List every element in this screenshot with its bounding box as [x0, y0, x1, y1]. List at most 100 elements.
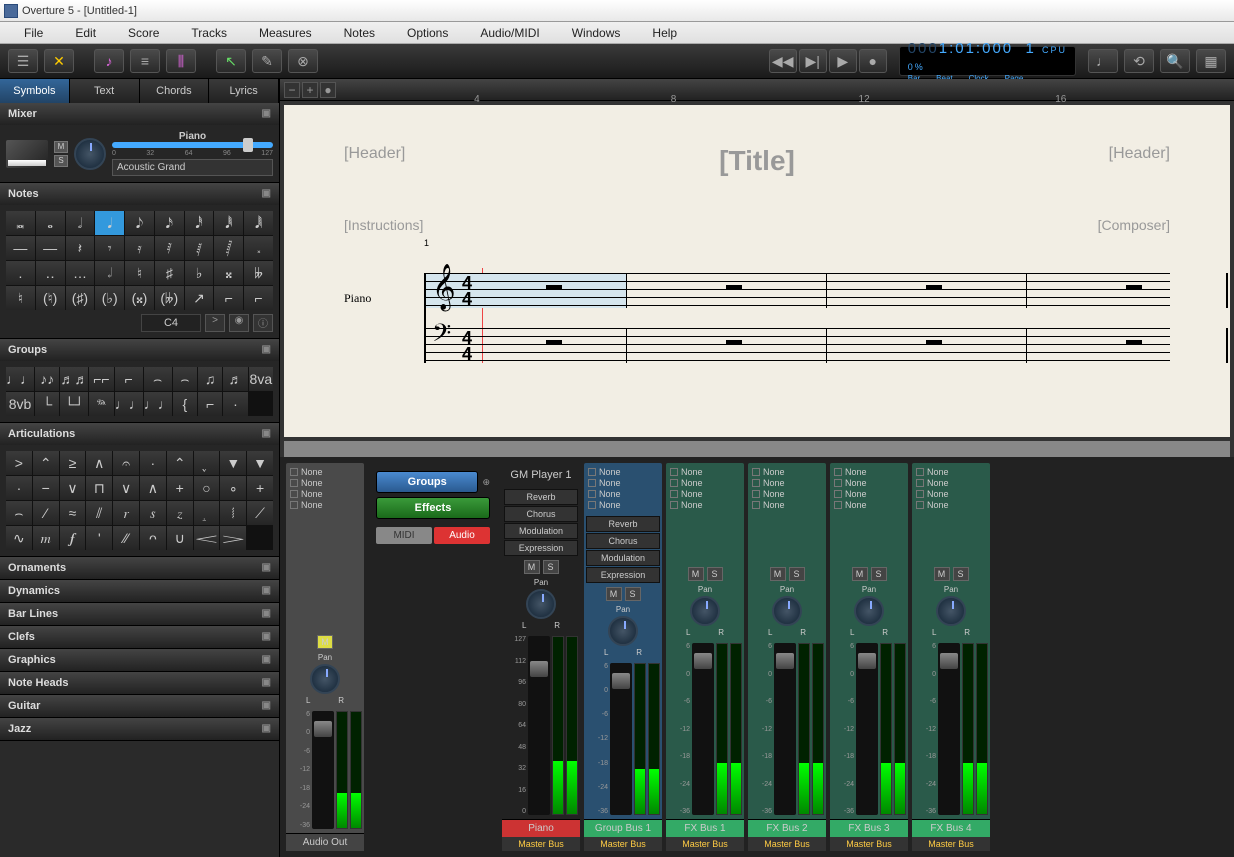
palette-item[interactable]: 𝅗𝅥 — [66, 211, 95, 235]
piano-mute[interactable]: M — [524, 560, 540, 574]
palette-item[interactable]: ⌢ — [144, 367, 172, 391]
menu-file[interactable]: File — [8, 26, 59, 40]
palette-item[interactable]: 𝆮 — [89, 392, 113, 416]
palette-item[interactable]: ♮ — [125, 261, 154, 285]
panel-mixer-header[interactable]: Mixer — [0, 103, 279, 125]
palette-item[interactable]: { — [173, 392, 197, 416]
palette-item[interactable]: ∨ — [113, 476, 139, 500]
palette-item[interactable]: 𝅘𝅥𝅯 — [155, 211, 184, 235]
palette-item[interactable]: ⌐ — [244, 286, 273, 310]
piano-fader[interactable] — [528, 636, 550, 815]
palette-item[interactable]: 𝅁 — [185, 236, 214, 260]
position-counter[interactable]: 0001:01:000 1 CPU0% Bar Beat Clock Page — [899, 46, 1076, 76]
palette-item[interactable]: ♪♪ — [35, 367, 59, 391]
palette-item[interactable]: (♭) — [95, 286, 124, 310]
tab-chords[interactable]: Chords — [140, 79, 210, 103]
palette-item[interactable]: + — [167, 476, 193, 500]
tool-mixer[interactable]: ⫼ — [166, 49, 196, 73]
tab-symbols[interactable]: Symbols — [0, 79, 70, 103]
mute-btn[interactable]: M — [54, 141, 68, 153]
menu-audio-midi[interactable]: Audio/MIDI — [464, 26, 555, 40]
palette-item[interactable]: ▼ — [247, 451, 273, 475]
menu-options[interactable]: Options — [391, 26, 464, 40]
palette-item[interactable]: ♩♩ — [115, 392, 143, 416]
tool-note-entry[interactable]: ♪ — [94, 49, 124, 73]
transport-rewind[interactable]: ◀◀ — [769, 49, 797, 73]
palette-item[interactable]: ⌢ — [6, 501, 32, 525]
menu-help[interactable]: Help — [636, 26, 693, 40]
palette-item[interactable]: (𝄫) — [155, 286, 184, 310]
master-mute[interactable]: M — [317, 635, 333, 649]
panel-jazz-header[interactable]: Jazz — [0, 718, 279, 740]
palette-item[interactable]: ‥ — [36, 261, 65, 285]
palette-item[interactable]: ⁄⁄ — [113, 526, 139, 550]
groups-btn[interactable]: Groups — [376, 471, 478, 493]
panel-graphics-header[interactable]: Graphics — [0, 649, 279, 671]
midi-btn[interactable]: MIDI — [376, 527, 432, 544]
ruler-marker[interactable]: ● — [320, 82, 336, 98]
timeline-ruler[interactable]: − + ● 48121620 — [280, 79, 1234, 101]
piano-bus[interactable]: Master Bus — [502, 837, 580, 851]
patch-name[interactable]: Acoustic Grand — [112, 159, 273, 176]
palette-item[interactable]: 𝆃 — [220, 501, 246, 525]
palette-item[interactable]: 𝅿 — [194, 451, 220, 475]
palette-item[interactable]: ∧ — [86, 451, 112, 475]
accent-btn[interactable]: > — [205, 314, 225, 332]
panel-note-heads-header[interactable]: Note Heads — [0, 672, 279, 694]
palette-item[interactable]: 𝆹𝅥 — [95, 261, 124, 285]
ruler-plus[interactable]: + — [302, 82, 318, 98]
palette-item[interactable]: └┘ — [60, 392, 88, 416]
palette-item[interactable]: ♩♩ — [144, 392, 172, 416]
palette-item[interactable]: ⌢ — [173, 367, 197, 391]
palette-item[interactable]: . — [6, 261, 35, 285]
menu-score[interactable]: Score — [112, 26, 175, 40]
palette-item[interactable]: └ — [35, 392, 59, 416]
panel-notes-header[interactable]: Notes — [0, 183, 279, 205]
palette-item[interactable]: (♯) — [66, 286, 95, 310]
palette-item[interactable]: 𝄪 — [214, 261, 243, 285]
instructions[interactable]: [Instructions] — [344, 217, 423, 233]
menu-tracks[interactable]: Tracks — [175, 26, 243, 40]
palette-item[interactable]: · — [223, 392, 247, 416]
palette-item[interactable]: 𝄫 — [244, 261, 273, 285]
tool-setup[interactable]: ✕ — [44, 49, 74, 73]
palette-item[interactable]: ≈ — [60, 501, 86, 525]
menu-windows[interactable]: Windows — [556, 26, 637, 40]
palette-item[interactable]: ∨ — [60, 476, 86, 500]
menu-edit[interactable]: Edit — [59, 26, 112, 40]
palette-item[interactable]: 𝆒 — [194, 526, 220, 550]
palette-item[interactable]: 𝅜 — [6, 211, 35, 235]
ruler-minus[interactable]: − — [284, 82, 300, 98]
palette-item[interactable]: 𝆍 — [140, 501, 166, 525]
panel-clefs-header[interactable]: Clefs — [0, 626, 279, 648]
palette-item[interactable]: · — [6, 476, 32, 500]
palette-item[interactable]: 𝆌 — [113, 501, 139, 525]
palette-item[interactable]: ⌃ — [167, 451, 193, 475]
palette-item[interactable]: ⌐ — [198, 392, 222, 416]
palette-item[interactable]: ♩♩ — [6, 367, 34, 391]
volume-slider[interactable]: Piano 0 32 64 96 127 Acoustic Grand — [112, 131, 273, 176]
panel-dynamics-header[interactable]: Dynamics — [0, 580, 279, 602]
palette-item[interactable]: ∪ — [167, 526, 193, 550]
palette-item[interactable]: ⟋ — [247, 501, 273, 525]
effects-btn[interactable]: Effects — [376, 497, 490, 519]
palette-item[interactable]: 8vb — [6, 392, 34, 416]
palette-item[interactable]: 𝆐 — [33, 526, 59, 550]
tool-layout[interactable]: ▦ — [1196, 49, 1226, 73]
pan-knob[interactable] — [74, 138, 106, 170]
palette-item[interactable]: 𝄾 — [95, 236, 124, 260]
palette-item[interactable]: ⌐ — [115, 367, 143, 391]
tool-selection[interactable]: ↖ — [216, 49, 246, 73]
palette-item[interactable]: 𝅘𝅥 — [95, 211, 124, 235]
palette-item[interactable]: 𝅃 — [244, 236, 273, 260]
tab-lyrics[interactable]: Lyrics — [209, 79, 279, 103]
palette-item[interactable]: 𝆑 — [60, 526, 86, 550]
palette-item[interactable]: ⫽ — [86, 501, 112, 525]
palette-item[interactable]: — — [6, 236, 35, 260]
transport-record[interactable]: ● — [859, 49, 887, 73]
palette-item[interactable]: 𝄽 — [66, 236, 95, 260]
piano-pan[interactable] — [526, 589, 556, 619]
panel-artic-header[interactable]: Articulations — [0, 423, 279, 445]
palette-item[interactable]: 𝄐 — [113, 451, 139, 475]
palette-item[interactable]: ♬ — [223, 367, 247, 391]
